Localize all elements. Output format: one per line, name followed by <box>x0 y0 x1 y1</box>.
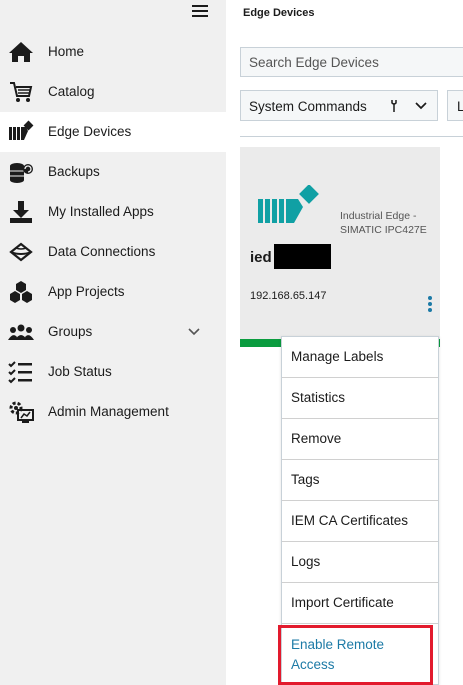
device-card[interactable]: Industrial Edge - SIMATIC IPC427E ied 19… <box>240 147 440 347</box>
chevron-down-icon <box>415 102 427 110</box>
menu-item-enable-remote-access[interactable]: Enable Remote Access <box>278 625 433 685</box>
menu-item-remove[interactable]: Remove <box>282 419 438 460</box>
menu-item-label: Manage Labels <box>291 349 384 364</box>
divider <box>240 136 463 137</box>
device-ip: 192.168.65.147 <box>250 290 327 302</box>
group-icon <box>8 324 34 340</box>
system-commands-label: System Commands <box>249 99 367 114</box>
sidebar-item-label: App Projects <box>48 284 125 299</box>
menu-item-label: Import Certificate <box>291 595 394 610</box>
sidebar-item-label: Edge Devices <box>48 124 132 139</box>
sidebar-item-groups[interactable]: Groups <box>0 312 226 352</box>
redaction-box <box>274 244 331 269</box>
backup-icon <box>10 163 33 183</box>
device-name: ied <box>250 249 272 266</box>
shopping-cart-icon <box>10 82 33 102</box>
menu-item-logs[interactable]: Logs <box>282 542 438 583</box>
admin-gear-icon <box>9 401 34 423</box>
sidebar-item-label: Catalog <box>48 84 95 99</box>
sidebar-item-label: Job Status <box>48 364 112 379</box>
system-commands-select[interactable]: System Commands <box>240 90 438 121</box>
sidebar-item-job-status[interactable]: Job Status <box>0 352 226 392</box>
sidebar-item-label: Data Connections <box>48 244 156 259</box>
sidebar: Home Catalog Edge Devices Backups My Ins… <box>0 0 226 685</box>
sidebar-item-home[interactable]: Home <box>0 32 226 72</box>
device-type: Industrial Edge - SIMATIC IPC427E <box>340 210 427 236</box>
home-icon <box>9 42 33 62</box>
hamburger-menu-icon[interactable] <box>192 5 208 19</box>
sidebar-item-label: Groups <box>48 324 93 339</box>
search-input[interactable] <box>241 48 463 76</box>
sidebar-item-app-projects[interactable]: App Projects <box>0 272 226 312</box>
more-options-icon[interactable] <box>426 295 434 313</box>
secondary-select-label: L <box>457 99 463 114</box>
sidebar-item-my-installed-apps[interactable]: My Installed Apps <box>0 192 226 232</box>
wrench-icon <box>391 100 397 112</box>
menu-item-label: Remove <box>291 431 342 446</box>
menu-item-manage-labels[interactable]: Manage Labels <box>282 337 438 378</box>
sidebar-item-label: Backups <box>48 164 100 179</box>
menu-item-tags[interactable]: Tags <box>282 460 438 501</box>
edge-device-icon <box>9 120 34 140</box>
search-box[interactable] <box>240 47 463 77</box>
menu-item-iem-ca-certificates[interactable]: IEM CA Certificates <box>282 501 438 542</box>
menu-item-statistics[interactable]: Statistics <box>282 378 438 419</box>
context-menu: Manage Labels Statistics Remove Tags IEM… <box>278 336 439 685</box>
menu-item-label: Tags <box>291 472 320 487</box>
sidebar-item-catalog[interactable]: Catalog <box>0 72 226 112</box>
checklist-icon <box>8 361 32 384</box>
sidebar-item-edge-devices[interactable]: Edge Devices <box>0 112 226 152</box>
sidebar-item-backups[interactable]: Backups <box>0 152 226 192</box>
page-title: Edge Devices <box>243 7 315 19</box>
secondary-select[interactable]: L <box>447 90 463 121</box>
sidebar-item-label: Home <box>48 44 85 59</box>
cubes-icon <box>10 281 32 303</box>
industrial-edge-logo-icon <box>258 185 319 223</box>
sidebar-item-label: My Installed Apps <box>48 204 154 219</box>
chevron-down-icon[interactable] <box>187 325 201 339</box>
menu-item-label: Statistics <box>291 390 346 405</box>
menu-item-import-certificate[interactable]: Import Certificate <box>282 583 438 624</box>
menu-item-label: IEM CA Certificates <box>291 513 409 528</box>
sidebar-item-admin-management[interactable]: Admin Management <box>0 392 226 432</box>
download-icon <box>10 201 32 223</box>
sidebar-item-label: Admin Management <box>48 404 169 419</box>
menu-item-label: Enable Remote Access <box>291 637 385 672</box>
data-connection-icon <box>9 242 33 262</box>
sidebar-item-data-connections[interactable]: Data Connections <box>0 232 226 272</box>
menu-item-label: Logs <box>291 554 321 569</box>
